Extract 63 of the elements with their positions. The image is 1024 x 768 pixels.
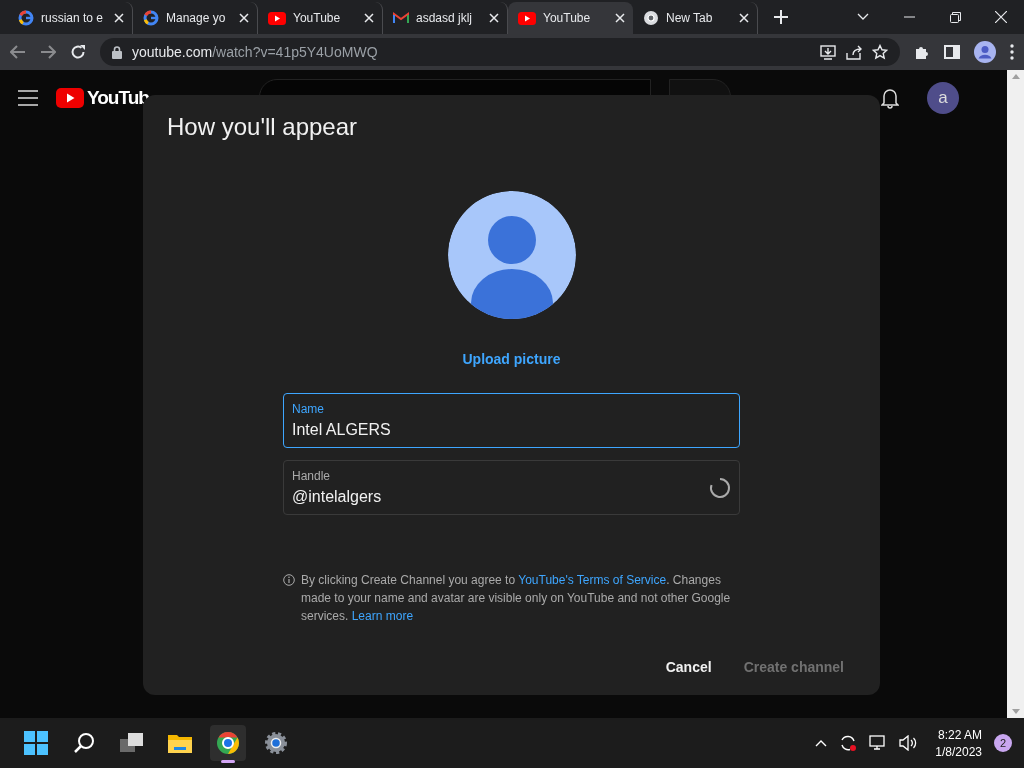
folder-icon [168,733,192,753]
puzzle-icon[interactable] [914,44,930,60]
chevron-up-icon[interactable] [815,739,828,747]
close-icon[interactable] [489,13,499,23]
avatar-icon[interactable] [447,191,576,319]
reload-icon[interactable] [70,44,86,60]
forward-arrow-icon[interactable] [40,45,56,59]
field-label: Name [292,402,325,416]
lock-icon [112,45,122,59]
close-icon[interactable] [615,13,625,23]
avatar[interactable]: a [927,82,959,114]
profile-icon[interactable] [974,41,996,63]
close-icon[interactable] [739,13,749,23]
search-icon [73,732,95,754]
close-icon[interactable] [995,11,1007,23]
network-icon[interactable] [869,734,888,752]
close-icon[interactable] [114,13,124,23]
notice-link[interactable]: Learn more [351,609,414,623]
menu-icon[interactable] [18,90,38,106]
notification-badge[interactable]: 2 [994,734,1012,752]
info-icon [283,574,295,586]
cancel-button[interactable]: Cancel [653,651,724,683]
chrome-icon [216,731,240,755]
chevron-down-icon[interactable] [857,13,869,21]
chrome-icon [643,10,659,26]
google-icon [18,10,34,26]
text-field[interactable]: Name Intel ALGERS [283,393,740,448]
close-icon[interactable] [364,13,374,23]
text-field[interactable]: Handle @intelalgers [283,460,740,515]
google-icon [143,10,159,26]
envelope-icon [393,12,409,24]
logo-text: YouTub [87,87,149,109]
star-icon[interactable] [872,44,888,60]
bell-icon[interactable] [881,87,899,109]
close-icon[interactable] [239,13,249,23]
upload-picture-link[interactable]: Upload picture [462,351,561,367]
clock-date: 1/8/2023 [935,744,982,759]
youtube-icon [268,11,286,25]
field-input[interactable]: Intel ALGERS [292,421,731,439]
field-label: Handle [292,469,332,483]
side-panel-icon[interactable] [944,45,960,59]
share-icon[interactable] [846,44,862,60]
volume-icon[interactable] [899,735,918,751]
clock-time: 8:22 AM [937,727,982,742]
task-view-icon [120,733,144,753]
minimize-icon[interactable] [903,16,915,18]
more-icon[interactable] [1010,44,1014,60]
url-text: youtube.com/watch?v=41p5Y4UoMWQ [132,44,379,60]
restore-icon[interactable] [949,11,961,23]
windows-icon [24,731,48,755]
plus-icon[interactable] [774,10,788,24]
youtube-logo-icon [56,88,84,108]
terms-notice: By clicking Create Channel you agree to YouTube's Terms of Service. Changes made to your name and avatar are visible only on YouTube and not other Google services. Learn more [301,572,732,625]
dialog-title: How you'll appear [167,113,359,141]
back-arrow-icon[interactable] [10,45,26,59]
chrome-button[interactable] [210,725,246,761]
youtube-icon [518,11,536,25]
browser-tab[interactable]: YouTube [508,2,633,34]
address-bar[interactable]: youtube.com/watch?v=41p5Y4UoMWQ [100,38,900,66]
gear-icon [264,731,288,755]
install-icon[interactable] [820,44,836,60]
field-input[interactable]: @intelalgers [292,488,709,506]
sync-icon[interactable] [839,734,858,752]
